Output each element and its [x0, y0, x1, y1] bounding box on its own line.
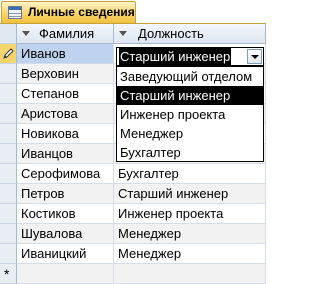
column-header-position[interactable]: Должность — [114, 24, 266, 44]
sort-dropdown-icon[interactable] — [22, 31, 30, 36]
select-all-button[interactable] — [0, 24, 17, 44]
surname-cell[interactable]: Иванцов — [17, 144, 114, 164]
record-selector[interactable] — [0, 204, 17, 224]
position-combo-box[interactable]: Старший инженер — [116, 47, 264, 66]
dropdown-option-selected[interactable]: Старший инженер — [117, 86, 263, 105]
surname-cell[interactable]: Аристова — [17, 104, 114, 124]
record-selector[interactable] — [0, 144, 17, 164]
dropdown-option[interactable]: Бухгалтер — [117, 143, 263, 162]
surname-cell[interactable]: Верховин — [17, 64, 114, 84]
column-header-label: Должность — [138, 26, 204, 41]
position-cell[interactable]: Менеджер — [114, 224, 266, 244]
record-selector[interactable] — [0, 104, 17, 124]
table-icon — [8, 6, 22, 19]
new-record-row[interactable]: * — [0, 264, 266, 284]
table-row[interactable]: Петров Старший инженер — [0, 184, 266, 204]
record-selector[interactable] — [0, 244, 17, 264]
table-row[interactable]: Серофимова Бухгалтер — [0, 164, 266, 184]
surname-cell[interactable]: Петров — [17, 184, 114, 204]
surname-cell[interactable]: Серофимова — [17, 164, 114, 184]
surname-cell[interactable]: Шувалова — [17, 224, 114, 244]
surname-cell[interactable]: Новикова — [17, 124, 114, 144]
table-row[interactable]: Иваницкий Менеджер — [0, 244, 266, 264]
record-selector[interactable] — [0, 164, 17, 184]
surname-cell[interactable]: Степанов — [17, 84, 114, 104]
column-header-row: Фамилия Должность — [0, 24, 266, 44]
new-record-selector[interactable]: * — [0, 264, 17, 284]
tab-personal-info[interactable]: Личные сведения — [1, 1, 136, 23]
new-record-icon: * — [4, 266, 10, 282]
combo-value[interactable]: Старший инженер — [119, 48, 232, 65]
record-selector[interactable] — [0, 184, 17, 204]
record-selector[interactable] — [0, 64, 17, 84]
record-selector[interactable] — [0, 124, 17, 144]
surname-cell[interactable] — [17, 264, 114, 284]
position-cell[interactable]: Инженер проекта — [114, 204, 266, 224]
position-cell[interactable]: Менеджер — [114, 244, 266, 264]
tab-label: Личные сведения — [28, 5, 135, 19]
chevron-down-icon — [251, 55, 259, 59]
tab-strip: Личные сведения — [0, 0, 266, 24]
position-dropdown-list: Заведующий отделом Старший инженер Инжен… — [116, 66, 264, 162]
record-selector[interactable] — [0, 44, 17, 64]
combo-dropdown-button[interactable] — [247, 49, 262, 64]
column-header-label: Фамилия — [39, 26, 95, 41]
position-cell[interactable] — [114, 264, 266, 284]
table-row[interactable]: Шувалова Менеджер — [0, 224, 266, 244]
surname-cell[interactable]: Костиков — [17, 204, 114, 224]
surname-cell[interactable]: Иваницкий — [17, 244, 114, 264]
sort-dropdown-icon[interactable] — [119, 31, 127, 36]
table-row[interactable]: Костиков Инженер проекта — [0, 204, 266, 224]
surname-cell[interactable]: Иванов — [17, 44, 114, 64]
column-header-surname[interactable]: Фамилия — [17, 24, 114, 44]
dropdown-option[interactable]: Менеджер — [117, 124, 263, 143]
pencil-icon — [3, 48, 14, 59]
record-selector[interactable] — [0, 224, 17, 244]
position-cell[interactable]: Бухгалтер — [114, 164, 266, 184]
record-selector[interactable] — [0, 84, 17, 104]
dropdown-option[interactable]: Инженер проекта — [117, 105, 263, 124]
position-cell[interactable]: Старший инженер — [114, 184, 266, 204]
dropdown-option[interactable]: Заведующий отделом — [117, 67, 263, 86]
